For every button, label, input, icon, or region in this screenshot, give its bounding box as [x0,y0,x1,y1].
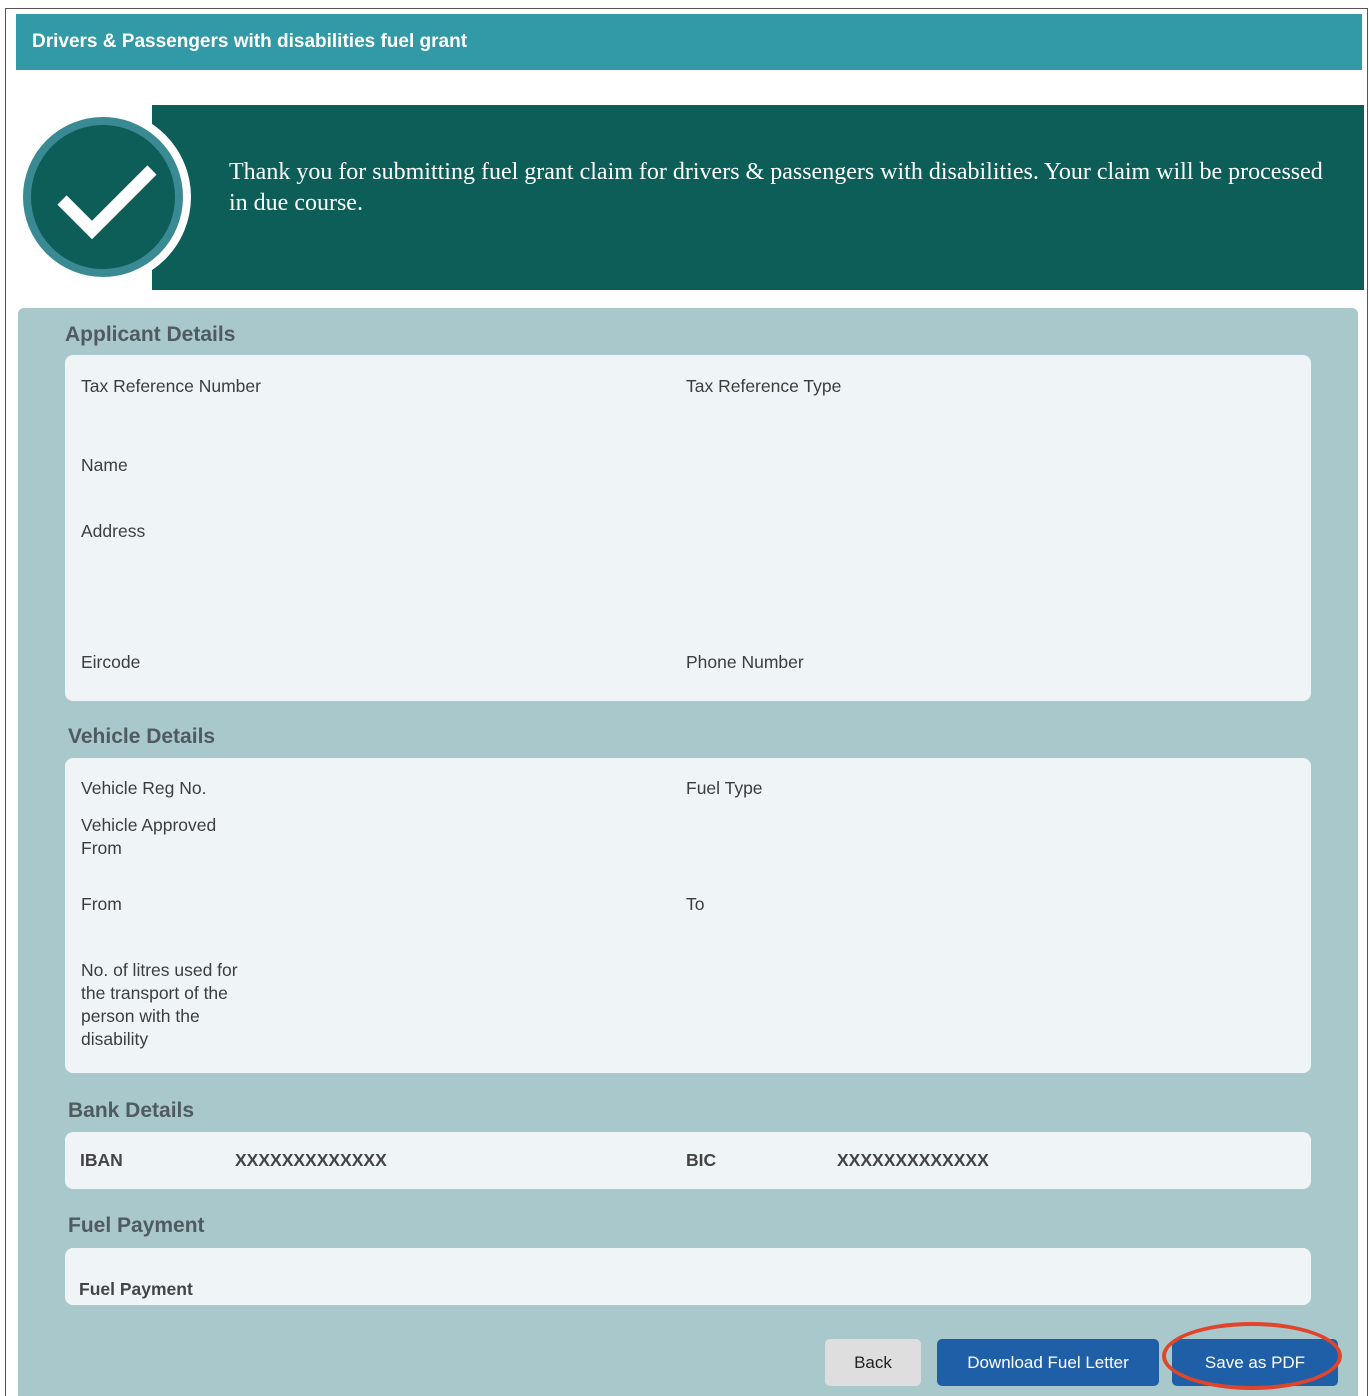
fuel-payment-card [65,1248,1311,1305]
address-label: Address [81,521,146,541]
applicant-details-title: Applicant Details [65,323,236,346]
confirmation-message: Thank you for submitting fuel grant clai… [229,159,1323,216]
bank-details-title: Bank Details [68,1099,195,1122]
from-label: From [81,894,122,914]
vehicle-details-title: Vehicle Details [68,725,216,748]
vehicle-reg-no-label: Vehicle Reg No. [81,778,207,798]
iban-label: IBAN [80,1150,123,1170]
vehicle-approved-from-label: Vehicle Approved From [81,815,217,858]
to-label: To [686,894,705,914]
download-fuel-letter-button[interactable]: Download Fuel Letter [937,1339,1159,1386]
bic-label: BIC [686,1150,717,1170]
save-as-pdf-button[interactable]: Save as PDF [1172,1339,1338,1386]
bic-value: XXXXXXXXXXXXX [837,1150,989,1170]
tax-reference-number-label: Tax Reference Number [81,376,261,396]
checkmark-icon [12,106,200,290]
fuel-payment-title: Fuel Payment [68,1214,205,1237]
iban-value: XXXXXXXXXXXXX [235,1150,387,1170]
back-button[interactable]: Back [825,1339,921,1386]
litres-used-label: No. of litres used for the transport of … [81,960,238,1049]
page-title: Drivers & Passengers with disabilities f… [16,14,1362,70]
fuel-type-label: Fuel Type [686,778,763,798]
name-label: Name [81,455,128,475]
phone-number-label: Phone Number [686,652,804,672]
fuel-payment-label: Fuel Payment [79,1279,193,1299]
eircode-label: Eircode [81,652,141,672]
confirmation-banner: Thank you for submitting fuel grant clai… [152,105,1364,290]
tax-reference-type-label: Tax Reference Type [686,376,842,396]
applicant-details-card [65,355,1311,701]
